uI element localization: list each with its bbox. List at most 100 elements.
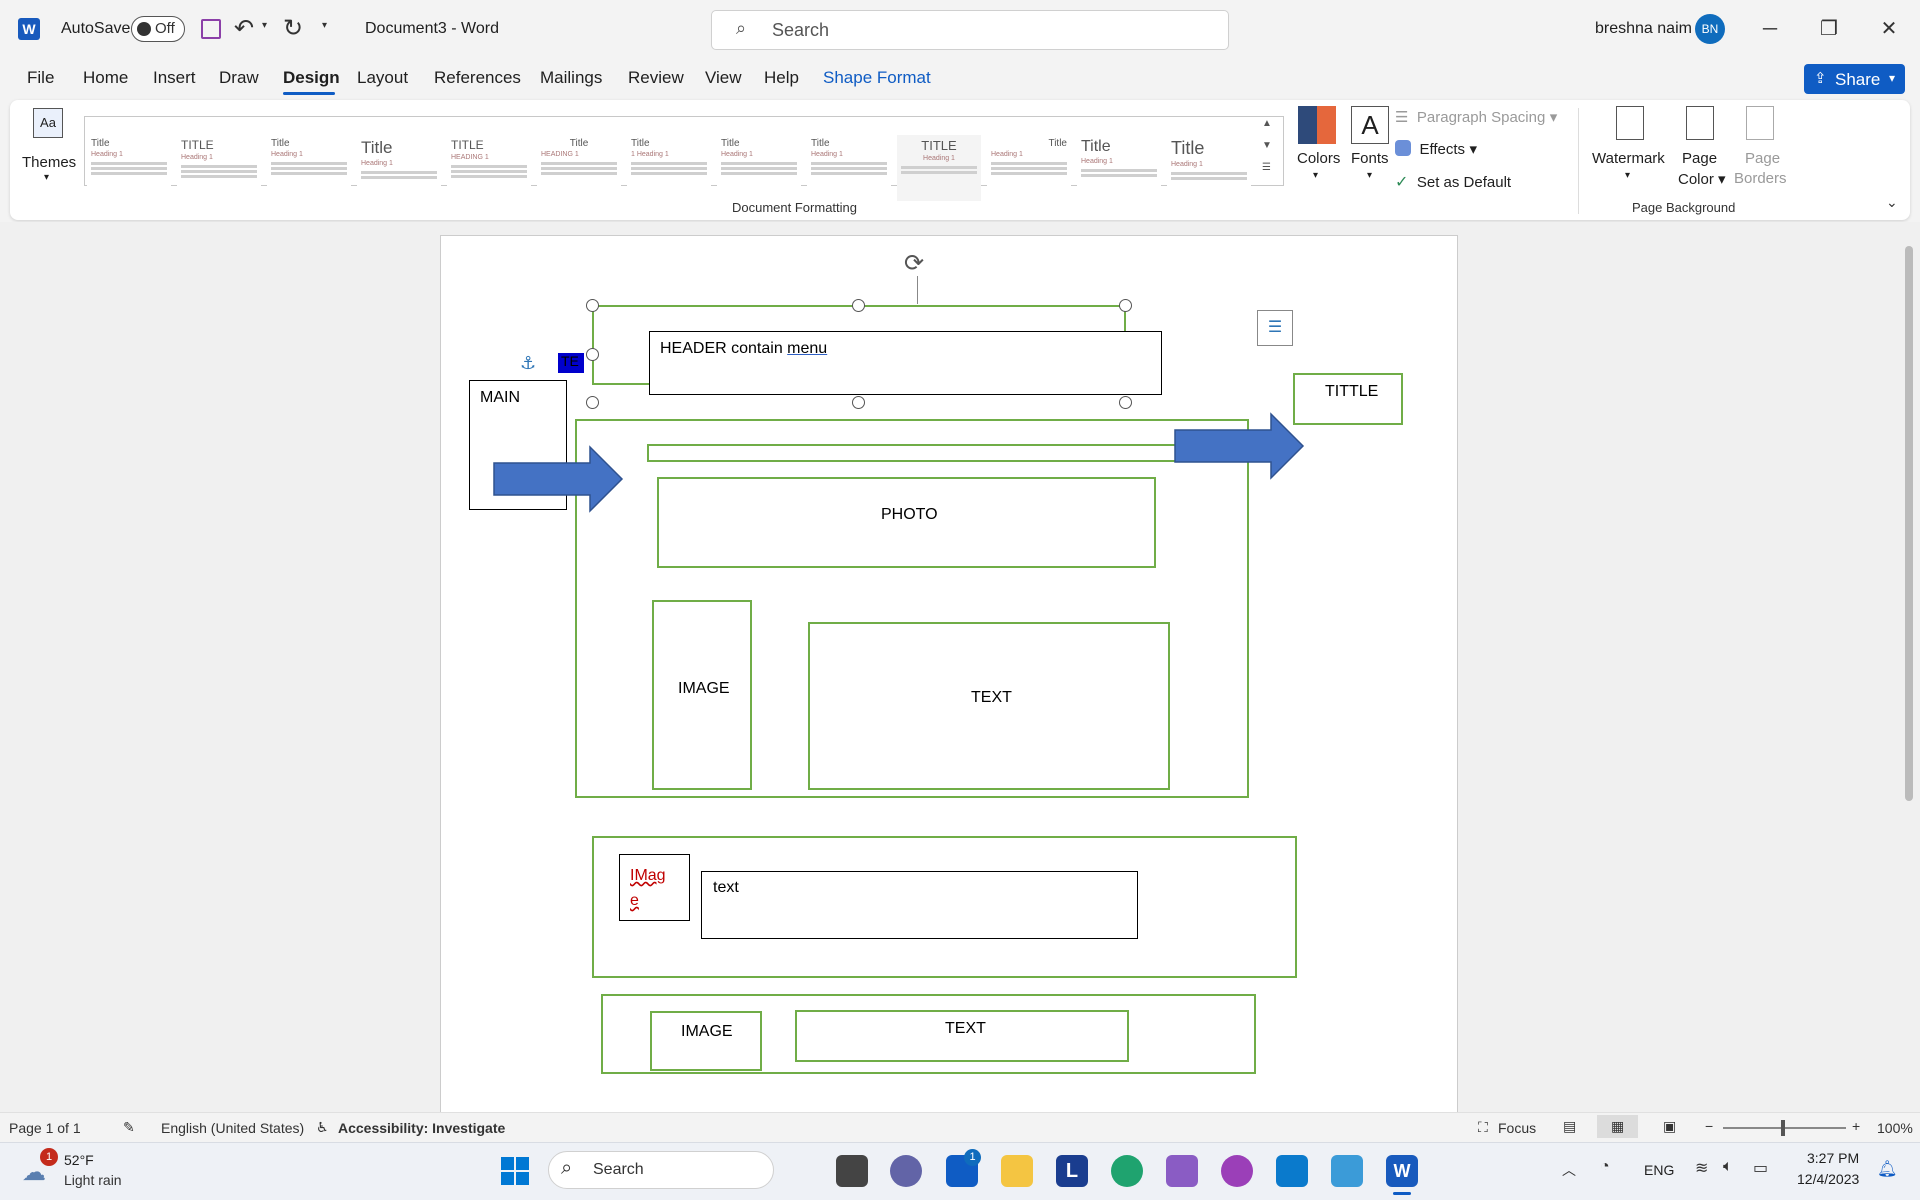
- weather-widget[interactable]: ☁ 1 52°F Light rain: [18, 1146, 138, 1196]
- undo-icon[interactable]: ↶: [234, 14, 254, 43]
- vscode-icon[interactable]: [1276, 1155, 1308, 1187]
- search-input[interactable]: ⌕ Search: [711, 10, 1229, 50]
- image-box[interactable]: IMAGE: [652, 600, 752, 790]
- zoom-level[interactable]: 100%: [1877, 1120, 1913, 1136]
- resize-handle[interactable]: [586, 348, 599, 361]
- minimize-icon[interactable]: ─: [1755, 14, 1785, 44]
- paragraph-spacing-button[interactable]: ☰ Paragraph Spacing ▾: [1395, 108, 1557, 127]
- teams-chat-icon[interactable]: [890, 1155, 922, 1187]
- style-set-10[interactable]: TITLE Heading 1: [897, 135, 981, 201]
- language-indicator[interactable]: ENG: [1644, 1162, 1674, 1178]
- customize-toolbar-icon[interactable]: ▾: [322, 20, 327, 31]
- save-icon[interactable]: [201, 19, 221, 39]
- image-box-2[interactable]: IMAGE: [650, 1011, 762, 1071]
- text-box-2[interactable]: TEXT: [795, 1010, 1129, 1062]
- style-set-11[interactable]: Title Heading 1: [987, 135, 1071, 201]
- resize-handle[interactable]: [1119, 299, 1132, 312]
- folder-icon[interactable]: [1001, 1155, 1033, 1187]
- notepad-icon[interactable]: [1331, 1155, 1363, 1187]
- chevron-up-icon[interactable]: ︿: [1562, 1160, 1576, 1180]
- avatar[interactable]: BN: [1695, 14, 1725, 44]
- collapse-ribbon-icon[interactable]: ⌄: [1886, 194, 1898, 211]
- header-text-box[interactable]: HEADER contain menu: [649, 331, 1162, 395]
- vertical-scrollbar[interactable]: [1905, 246, 1913, 801]
- layout-options-icon[interactable]: ☰: [1257, 310, 1293, 346]
- wifi-icon[interactable]: ≋: [1695, 1158, 1708, 1178]
- page-borders-button[interactable]: Page Borders: [1732, 106, 1790, 188]
- right-arrow-shape-2[interactable]: [1173, 412, 1305, 480]
- autosave-toggle[interactable]: Off: [131, 16, 185, 42]
- style-set-8[interactable]: Title Heading 1: [717, 135, 801, 201]
- rotate-handle-icon[interactable]: ⟳: [904, 249, 924, 278]
- zoom-in-icon[interactable]: +: [1852, 1118, 1860, 1134]
- tab-draw[interactable]: Draw: [219, 68, 259, 88]
- redo-icon[interactable]: ↻: [283, 14, 303, 43]
- resize-handle[interactable]: [1119, 396, 1132, 409]
- clock-date[interactable]: 12/4/2023: [1797, 1171, 1859, 1187]
- undo-dropdown-icon[interactable]: ▾: [262, 20, 267, 31]
- volume-icon[interactable]: 🔈︎: [1723, 1158, 1733, 1176]
- zoom-out-icon[interactable]: −: [1705, 1118, 1713, 1134]
- effects-button[interactable]: Effects ▾: [1395, 140, 1477, 159]
- notification-bell-icon[interactable]: 🔔︎: [1877, 1159, 1897, 1179]
- taskbar-search[interactable]: ⌕ Search: [548, 1151, 774, 1189]
- image-mixed-box[interactable]: IMag e: [619, 854, 690, 921]
- style-set-3[interactable]: Title Heading 1: [267, 135, 351, 201]
- fonts-button[interactable]: A Fonts ▾: [1343, 106, 1399, 188]
- gallery-scroll-down-icon[interactable]: ▼: [1262, 140, 1272, 151]
- l-app-icon[interactable]: L: [1056, 1155, 1088, 1187]
- restore-icon[interactable]: ❐: [1814, 14, 1844, 44]
- style-set-2[interactable]: TITLE Heading 1: [177, 135, 261, 201]
- selected-text[interactable]: TE: [558, 353, 584, 373]
- visual-studio-icon[interactable]: [1166, 1155, 1198, 1187]
- user-name[interactable]: breshna naim: [1595, 20, 1692, 38]
- resize-handle[interactable]: [586, 299, 599, 312]
- tab-help[interactable]: Help: [764, 68, 799, 88]
- style-set-13[interactable]: Title Heading 1: [1167, 135, 1251, 201]
- thin-banner-box[interactable]: [647, 444, 1187, 462]
- tab-references[interactable]: References: [434, 68, 521, 88]
- text-lower-box[interactable]: text: [701, 871, 1138, 939]
- share-button[interactable]: ⇪ Share ▾: [1804, 64, 1905, 94]
- themes-button[interactable]: Aa Themes ▾: [22, 104, 76, 184]
- style-set-9[interactable]: Title Heading 1: [807, 135, 891, 201]
- document-page[interactable]: ⟳ HEADER contain menu ☰ ⚓ TE MAIN TITTLE…: [440, 235, 1458, 1115]
- battery-icon[interactable]: ▭: [1753, 1158, 1768, 1178]
- github-desktop-icon[interactable]: [1221, 1155, 1253, 1187]
- page-color-button[interactable]: Page Color ▾: [1672, 106, 1730, 188]
- style-set-6[interactable]: Title HEADING 1: [537, 135, 621, 201]
- watermark-button[interactable]: Watermark ▾: [1592, 106, 1670, 188]
- read-mode-icon[interactable]: ▤: [1563, 1118, 1576, 1135]
- share-dropdown-icon[interactable]: ▾: [1889, 71, 1895, 85]
- proofing-icon[interactable]: ✎: [123, 1119, 135, 1136]
- tab-review[interactable]: Review: [628, 68, 684, 88]
- accessibility-status[interactable]: Accessibility: Investigate: [338, 1120, 505, 1136]
- tab-shape-format[interactable]: Shape Format: [823, 68, 931, 88]
- file-explorer-task-icon[interactable]: [836, 1155, 868, 1187]
- tab-design[interactable]: Design: [283, 68, 340, 88]
- clock-time[interactable]: 3:27 PM: [1807, 1150, 1859, 1166]
- tab-insert[interactable]: Insert: [153, 68, 196, 88]
- tab-layout[interactable]: Layout: [357, 68, 408, 88]
- gallery-scroll-up-icon[interactable]: ▲: [1262, 118, 1272, 129]
- page-count[interactable]: Page 1 of 1: [9, 1120, 81, 1136]
- set-as-default-button[interactable]: ✓ Set as Default: [1395, 172, 1511, 192]
- style-set-7[interactable]: Title 1 Heading 1: [627, 135, 711, 201]
- resize-handle[interactable]: [852, 299, 865, 312]
- start-windows-icon[interactable]: [501, 1157, 529, 1185]
- style-set-4[interactable]: Title Heading 1: [357, 135, 441, 201]
- word-task-icon[interactable]: W: [1386, 1155, 1418, 1187]
- print-layout-icon[interactable]: ▦: [1597, 1115, 1639, 1138]
- web-layout-icon[interactable]: ▣: [1663, 1118, 1676, 1135]
- gallery-more-icon[interactable]: ☰: [1262, 162, 1271, 173]
- right-arrow-shape-1[interactable]: [492, 445, 624, 513]
- network-tray-icon[interactable]: ◔: [1600, 1158, 1610, 1176]
- tab-file[interactable]: File: [27, 68, 54, 88]
- resize-handle[interactable]: [852, 396, 865, 409]
- style-set-1[interactable]: Title Heading 1: [87, 135, 171, 201]
- tab-home[interactable]: Home: [83, 68, 128, 88]
- focus-button[interactable]: Focus: [1498, 1120, 1536, 1136]
- close-icon[interactable]: ✕: [1874, 14, 1904, 44]
- edge-browser-icon[interactable]: [1111, 1155, 1143, 1187]
- tittle-box[interactable]: TITTLE: [1293, 373, 1403, 425]
